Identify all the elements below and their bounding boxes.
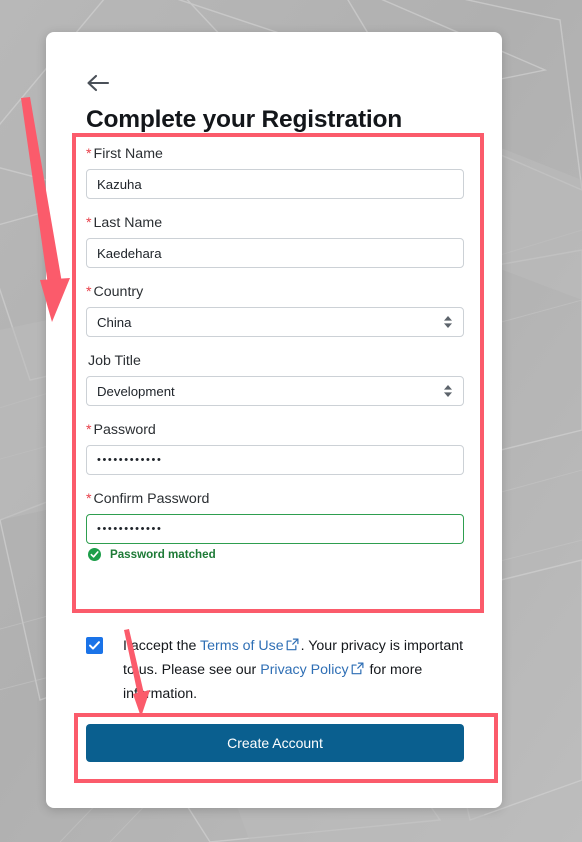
input-password[interactable]: •••••••••••• [86, 445, 464, 475]
password-match-text: Password matched [110, 548, 216, 561]
label-text-confirm-password: Confirm Password [93, 491, 210, 507]
required-marker-first-name: * [86, 146, 92, 162]
terms-acceptance-row: I accept the Terms of Use . Your privacy… [86, 634, 466, 706]
page-title: Complete your Registration [86, 106, 403, 133]
updown-chevron-icon [444, 385, 452, 397]
external-link-icon[interactable] [351, 662, 364, 675]
label-first-name: * First Name [86, 144, 464, 169]
check-circle-icon [88, 548, 101, 561]
terms-text: I accept the Terms of Use . Your privacy… [123, 634, 466, 706]
select-country[interactable]: China [86, 307, 464, 337]
required-marker-password: * [86, 422, 92, 438]
input-value-confirm-password: •••••••••••• [97, 523, 163, 535]
field-job-title: Job Title Development [86, 351, 464, 406]
field-last-name: * Last Name Kaedehara [86, 213, 464, 268]
label-country: * Country [86, 282, 464, 307]
registration-form: * First Name Kazuha * Last Name Kaedehara … [86, 144, 464, 567]
required-marker-confirm-password: * [86, 491, 92, 507]
field-country: * Country China [86, 282, 464, 337]
input-confirm-password[interactable]: •••••••••••• [86, 514, 464, 544]
checkmark-icon [89, 641, 100, 650]
label-text-country: Country [93, 284, 144, 300]
terms-checkbox[interactable] [86, 637, 103, 654]
input-first-name[interactable]: Kazuha [86, 169, 464, 199]
select-value-job-title: Development [97, 383, 175, 399]
external-link-icon[interactable] [286, 638, 299, 651]
label-text-last-name: Last Name [93, 215, 163, 231]
registration-card: Complete your Registration * First Name K… [46, 32, 502, 808]
select-job-title[interactable]: Development [86, 376, 464, 406]
privacy-policy-link[interactable]: Privacy Policy [260, 662, 348, 678]
label-job-title: Job Title [86, 351, 464, 376]
label-text-job-title: Job Title [88, 353, 141, 369]
field-confirm-password: * Confirm Password •••••••••••• [86, 489, 464, 544]
required-marker-last-name: * [86, 215, 92, 231]
label-text-password: Password [93, 422, 156, 438]
label-confirm-password: * Confirm Password [86, 489, 464, 514]
required-marker-country: * [86, 284, 92, 300]
field-password: * Password •••••••••••• [86, 420, 464, 475]
input-last-name[interactable]: Kaedehara [86, 238, 464, 268]
label-text-first-name: First Name [93, 146, 163, 162]
input-value-password: •••••••••••• [97, 454, 163, 466]
input-value-first-name: Kazuha [97, 176, 142, 192]
field-first-name: * First Name Kazuha [86, 144, 464, 199]
terms-text-before: I accept the [123, 638, 201, 654]
create-account-button[interactable]: Create Account [86, 724, 464, 762]
label-last-name: * Last Name [86, 213, 464, 238]
arrow-left-icon [87, 74, 110, 92]
updown-chevron-icon [444, 316, 452, 328]
input-value-last-name: Kaedehara [97, 245, 162, 261]
label-password: * Password [86, 420, 464, 445]
terms-of-use-link[interactable]: Terms of Use [200, 638, 284, 654]
select-value-country: China [97, 314, 132, 330]
back-button[interactable] [86, 68, 120, 98]
password-match-status: Password matched [86, 548, 464, 561]
